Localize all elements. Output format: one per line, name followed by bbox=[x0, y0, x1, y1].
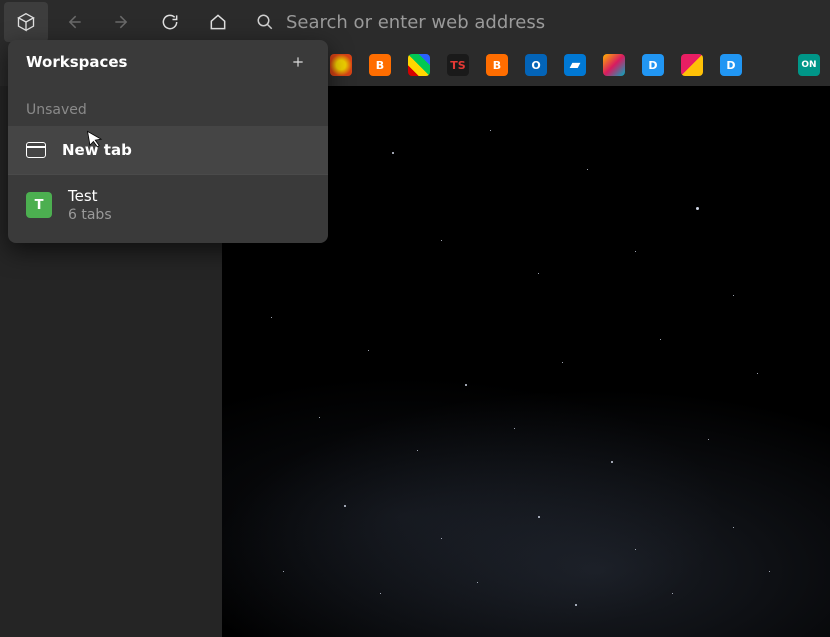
favorite-icon[interactable]: D bbox=[642, 54, 664, 76]
workspace-item-label: New tab bbox=[62, 141, 132, 159]
search-icon bbox=[256, 13, 274, 31]
workspace-subtitle: 6 tabs bbox=[68, 207, 112, 223]
refresh-icon bbox=[160, 12, 180, 32]
browser-toolbar: Search or enter web address bbox=[0, 0, 830, 44]
favorite-icon[interactable] bbox=[330, 54, 352, 76]
refresh-button[interactable] bbox=[148, 2, 192, 42]
address-bar-placeholder: Search or enter web address bbox=[286, 12, 545, 33]
add-workspace-button[interactable] bbox=[284, 48, 312, 76]
favorite-icon[interactable]: ▰ bbox=[564, 54, 586, 76]
workspaces-title: Workspaces bbox=[26, 53, 127, 71]
tab-icon bbox=[26, 142, 46, 158]
favorite-icon[interactable] bbox=[408, 54, 430, 76]
workspace-name: Test bbox=[68, 187, 112, 205]
address-bar[interactable]: Search or enter web address bbox=[244, 2, 826, 42]
favorite-icon[interactable]: B bbox=[369, 54, 391, 76]
favorite-icon[interactable]: O bbox=[525, 54, 547, 76]
workspaces-toggle-button[interactable] bbox=[4, 2, 48, 42]
favorite-icon[interactable] bbox=[603, 54, 625, 76]
favorite-icon[interactable]: D bbox=[720, 54, 742, 76]
favorite-icon[interactable] bbox=[759, 54, 781, 76]
workspaces-header: Workspaces bbox=[8, 40, 328, 84]
cube-icon bbox=[16, 12, 36, 32]
favorite-icon[interactable]: B bbox=[486, 54, 508, 76]
workspace-badge: T bbox=[26, 192, 52, 218]
forward-button[interactable] bbox=[100, 2, 144, 42]
arrow-left-icon bbox=[64, 12, 84, 32]
workspace-item[interactable]: T Test 6 tabs bbox=[8, 175, 328, 243]
workspaces-panel: Workspaces Unsaved New tab T Test 6 tabs bbox=[8, 40, 328, 243]
favorite-icon[interactable]: ON bbox=[798, 54, 820, 76]
home-button[interactable] bbox=[196, 2, 240, 42]
favorite-icon[interactable]: TS bbox=[447, 54, 469, 76]
workspace-meta: Test 6 tabs bbox=[68, 187, 112, 223]
arrow-right-icon bbox=[112, 12, 132, 32]
workspace-unsaved-item[interactable]: New tab bbox=[8, 126, 328, 174]
home-icon bbox=[208, 12, 228, 32]
back-button[interactable] bbox=[52, 2, 96, 42]
favorite-icon[interactable] bbox=[681, 54, 703, 76]
workspaces-section-label: Unsaved bbox=[8, 84, 328, 126]
plus-icon bbox=[291, 55, 305, 69]
